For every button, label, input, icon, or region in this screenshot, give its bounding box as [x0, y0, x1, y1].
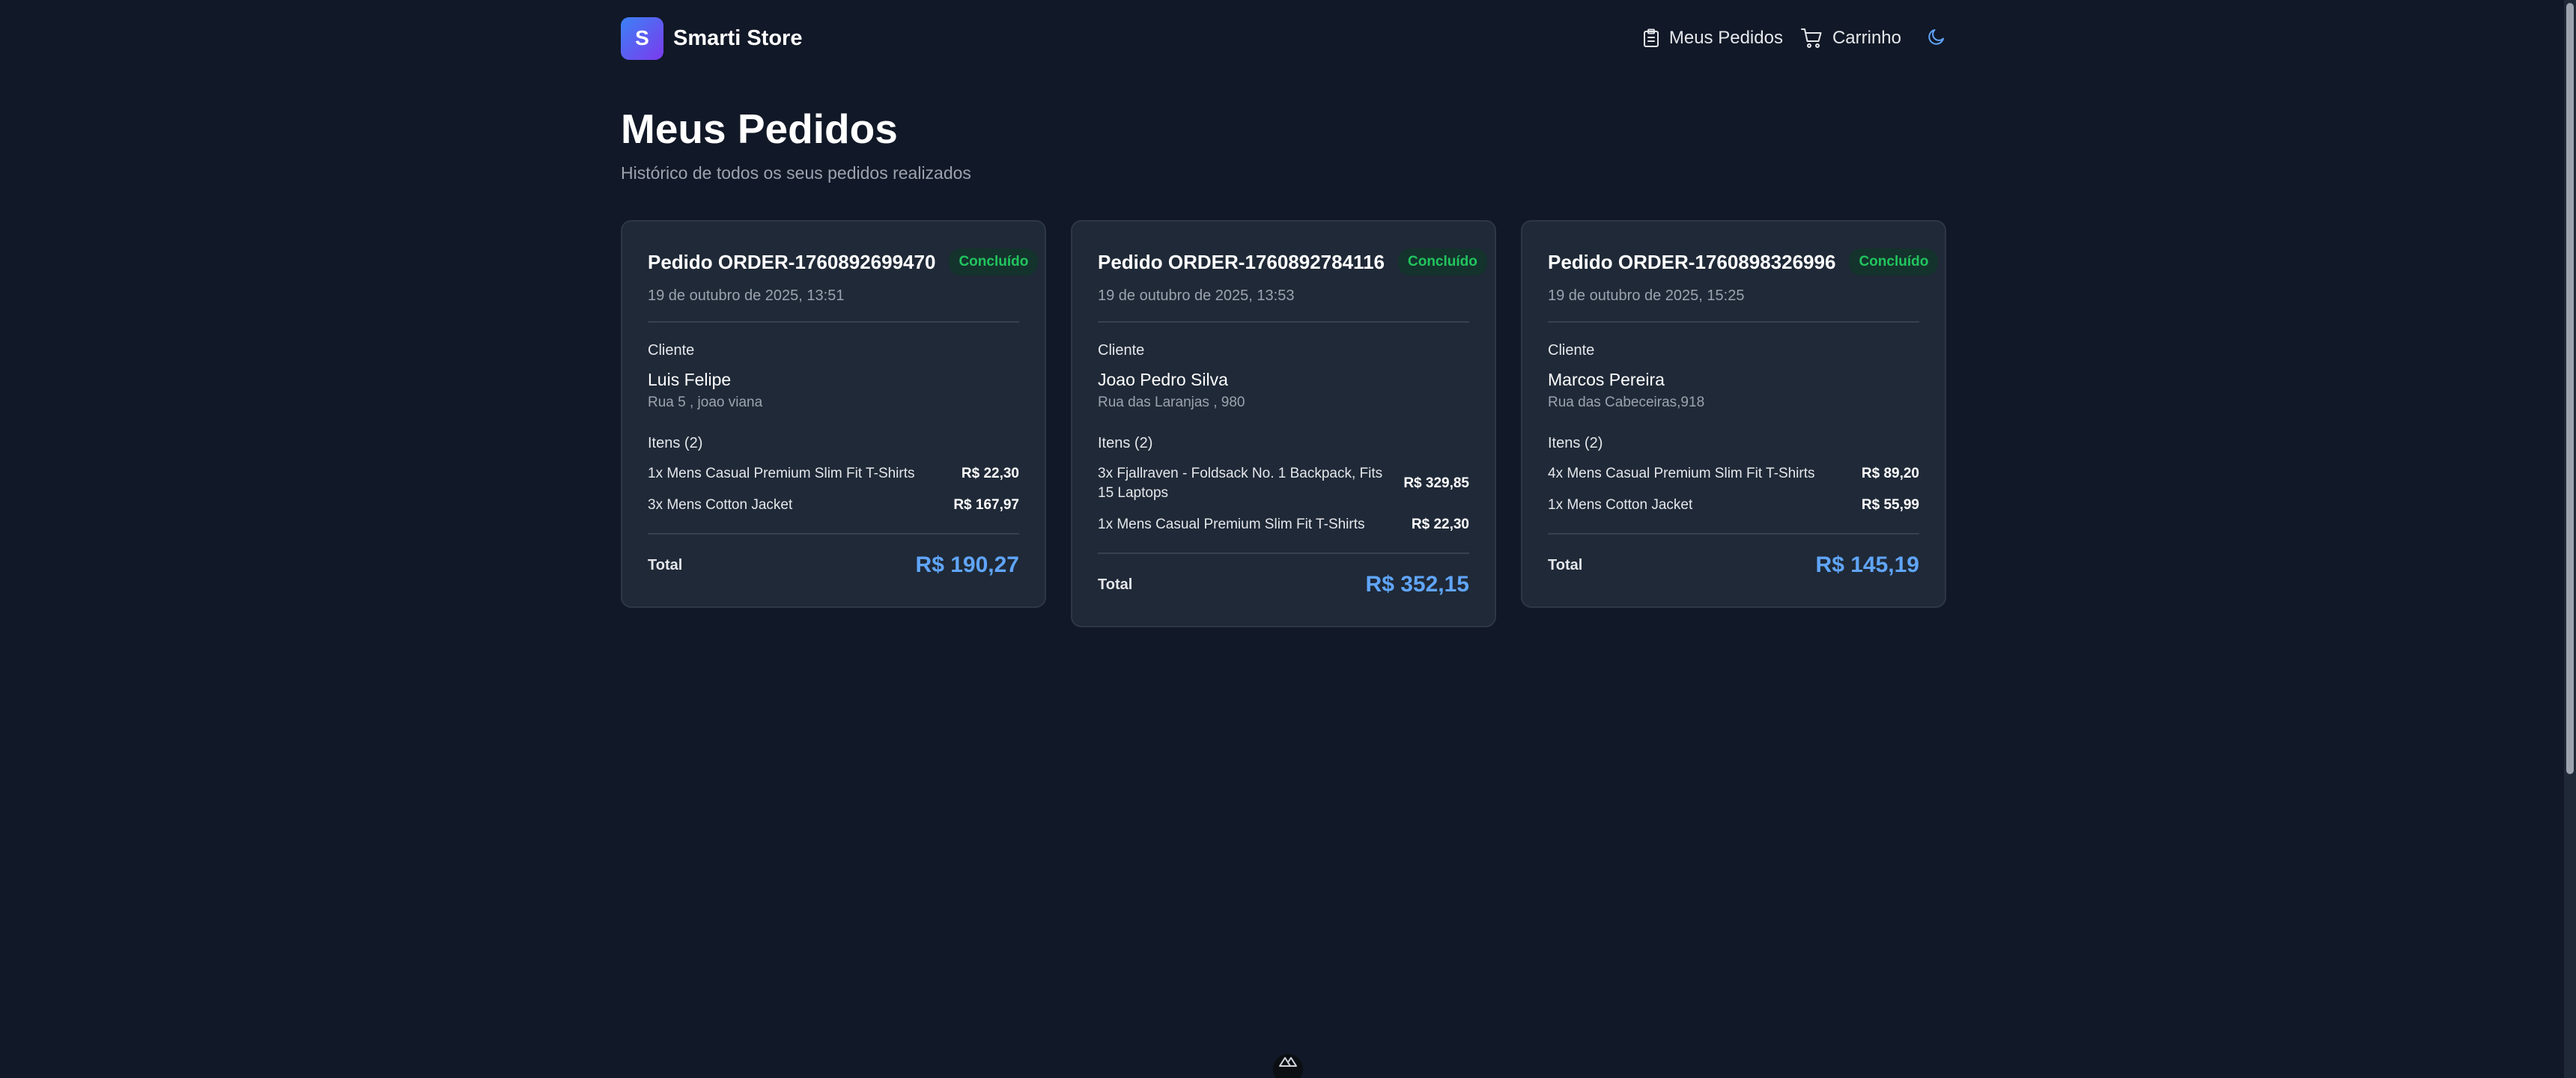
- theme-toggle-button[interactable]: [1927, 27, 1946, 50]
- client-label: Cliente: [1548, 342, 1595, 359]
- order-id: Pedido ORDER-1760898326996: [1548, 250, 1836, 273]
- item-price: R$ 329,85: [1403, 475, 1469, 491]
- item-price: R$ 22,30: [1411, 517, 1469, 532]
- divider: [648, 321, 1019, 323]
- order-date: 19 de outubro de 2025, 13:51: [648, 287, 845, 304]
- item-name: 4x Mens Casual Premium Slim Fit T-Shirts: [1548, 466, 1815, 481]
- order-total: R$ 145,19: [1815, 552, 1919, 577]
- item-name: 1x Mens Casual Premium Slim Fit T-Shirts: [1098, 517, 1365, 532]
- item-price: R$ 22,30: [961, 466, 1019, 481]
- clipboard-icon: [1642, 28, 1660, 48]
- brand-name[interactable]: Smarti Store: [673, 26, 802, 51]
- client-name: Joao Pedro Silva: [1098, 370, 1228, 389]
- divider: [1548, 533, 1919, 535]
- nuxt-logo-icon: [1278, 1054, 1298, 1071]
- order-id: Pedido ORDER-1760892699470: [648, 250, 936, 273]
- nav-cart-label: Carrinho: [1832, 28, 1901, 48]
- client-address: Rua das Cabeceiras,918: [1548, 395, 1705, 410]
- item-name: 3x Mens Cotton Jacket: [648, 497, 793, 513]
- item-price: R$ 55,99: [1861, 497, 1919, 513]
- page: S Smarti Store Meus Pedidos Carrinho Meu…: [0, 0, 2576, 1078]
- brand-logo[interactable]: S: [621, 16, 663, 60]
- top-header: S Smarti Store Meus Pedidos Carrinho: [621, 16, 1946, 61]
- order-date: 19 de outubro de 2025, 13:53: [1098, 287, 1295, 304]
- nav-cart[interactable]: Carrinho: [1800, 28, 1901, 49]
- item-price: R$ 89,20: [1861, 466, 1919, 481]
- status-badge: Concluído: [949, 249, 1039, 275]
- total-label: Total: [1098, 576, 1133, 593]
- nav-my-orders-label: Meus Pedidos: [1668, 28, 1783, 48]
- order-total: R$ 190,27: [915, 552, 1019, 577]
- moon-icon: [1927, 27, 1946, 50]
- order-total-row: Total R$ 352,15: [1098, 572, 1469, 597]
- orders-list: Pedido ORDER-1760892699470 Concluído 19 …: [621, 220, 1946, 627]
- order-card-header: Pedido ORDER-1760892699470 Concluído: [648, 249, 1039, 275]
- client-name: Luis Felipe: [648, 370, 732, 389]
- order-date: 19 de outubro de 2025, 15:25: [1548, 287, 1745, 304]
- order-id: Pedido ORDER-1760892784116: [1098, 250, 1385, 273]
- divider: [648, 533, 1019, 535]
- order-item: 3x Fjallraven - Foldsack No. 1 Backpack,…: [1098, 464, 1469, 503]
- order-card-header: Pedido ORDER-1760898326996 Concluído: [1548, 249, 1939, 275]
- order-item: 3x Mens Cotton Jacket R$ 167,97: [648, 496, 1019, 515]
- status-badge: Concluído: [1398, 249, 1487, 275]
- client-label: Cliente: [648, 342, 695, 359]
- brand[interactable]: S Smarti Store: [621, 16, 802, 60]
- divider: [1098, 552, 1469, 554]
- items-label: Itens (2): [1098, 435, 1153, 451]
- page-subtitle: Histórico de todos os seus pedidos reali…: [621, 163, 971, 183]
- cart-icon: [1800, 28, 1823, 49]
- order-card: Pedido ORDER-1760898326996 Concluído 19 …: [1521, 220, 1946, 608]
- page-title: Meus Pedidos: [621, 106, 898, 152]
- divider: [1548, 321, 1919, 323]
- client-label: Cliente: [1098, 342, 1145, 359]
- order-total: R$ 352,15: [1365, 572, 1469, 597]
- order-total-row: Total R$ 190,27: [648, 552, 1019, 578]
- order-card: Pedido ORDER-1760892699470 Concluído 19 …: [621, 220, 1046, 608]
- items-label: Itens (2): [648, 435, 703, 451]
- order-total-row: Total R$ 145,19: [1548, 552, 1919, 578]
- order-item: 1x Mens Casual Premium Slim Fit T-Shirts…: [1098, 515, 1469, 535]
- item-price: R$ 167,97: [953, 497, 1019, 513]
- items-label: Itens (2): [1548, 435, 1603, 451]
- total-label: Total: [648, 556, 683, 573]
- client-address: Rua das Laranjas , 980: [1098, 395, 1245, 410]
- item-name: 1x Mens Casual Premium Slim Fit T-Shirts: [648, 466, 915, 481]
- status-badge: Concluído: [1849, 249, 1939, 275]
- order-card: Pedido ORDER-1760892784116 Concluído 19 …: [1071, 220, 1496, 627]
- order-card-header: Pedido ORDER-1760892784116 Concluído: [1098, 249, 1487, 275]
- order-item: 1x Mens Casual Premium Slim Fit T-Shirts…: [648, 464, 1019, 484]
- order-item: 1x Mens Cotton Jacket R$ 55,99: [1548, 496, 1919, 515]
- devtools-toggle-button[interactable]: [1273, 1054, 1303, 1078]
- client-name: Marcos Pereira: [1548, 370, 1665, 389]
- item-name: 1x Mens Cotton Jacket: [1548, 497, 1693, 513]
- total-label: Total: [1548, 556, 1583, 573]
- client-address: Rua 5 , joao viana: [648, 395, 763, 410]
- order-item: 4x Mens Casual Premium Slim Fit T-Shirts…: [1548, 464, 1919, 484]
- scrollbar-thumb[interactable]: [2566, 3, 2574, 774]
- vertical-scrollbar[interactable]: [2564, 0, 2576, 1078]
- item-name: 3x Fjallraven - Foldsack No. 1 Backpack,…: [1098, 466, 1383, 501]
- nav-my-orders[interactable]: Meus Pedidos: [1642, 28, 1783, 49]
- main-nav: Meus Pedidos Carrinho: [1642, 27, 1946, 50]
- divider: [1098, 321, 1469, 323]
